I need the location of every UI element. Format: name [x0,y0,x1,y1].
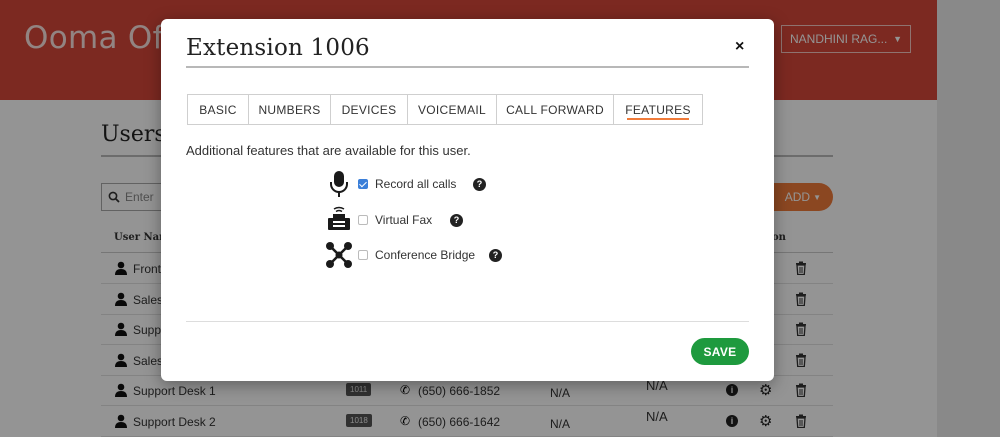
tab-voicemail[interactable]: VOICEMAIL [407,94,496,125]
close-icon[interactable]: × [735,38,744,56]
features-description: Additional features that are available f… [186,143,471,158]
tab-devices[interactable]: DEVICES [330,94,407,125]
save-button[interactable]: SAVE [691,338,749,365]
feature-label: Record all calls [375,177,457,191]
microphone-icon [330,171,348,197]
help-icon[interactable]: ? [450,214,463,227]
fax-icon [328,206,350,230]
active-tab-indicator [627,118,689,120]
modal-tabs: BASIC NUMBERS DEVICES VOICEMAIL CALL FOR… [187,94,703,125]
modal-title-divider [186,66,749,68]
extension-modal: Extension 1006 × BASIC NUMBERS DEVICES V… [161,19,774,381]
feature-label: Virtual Fax [375,213,433,227]
modal-title: Extension 1006 [186,35,370,61]
feature-label: Conference Bridge [375,248,476,262]
tab-numbers[interactable]: NUMBERS [248,94,330,125]
conference-bridge-icon [326,242,352,268]
help-icon[interactable]: ? [489,249,502,262]
tab-basic[interactable]: BASIC [187,94,248,125]
tab-features[interactable]: FEATURES [613,94,703,125]
help-icon[interactable]: ? [473,178,486,191]
tab-call-forward[interactable]: CALL FORWARD [496,94,613,125]
record-calls-checkbox[interactable] [358,179,368,189]
conference-bridge-checkbox[interactable] [358,250,368,260]
modal-footer-divider [186,321,749,322]
virtual-fax-checkbox[interactable] [358,215,368,225]
